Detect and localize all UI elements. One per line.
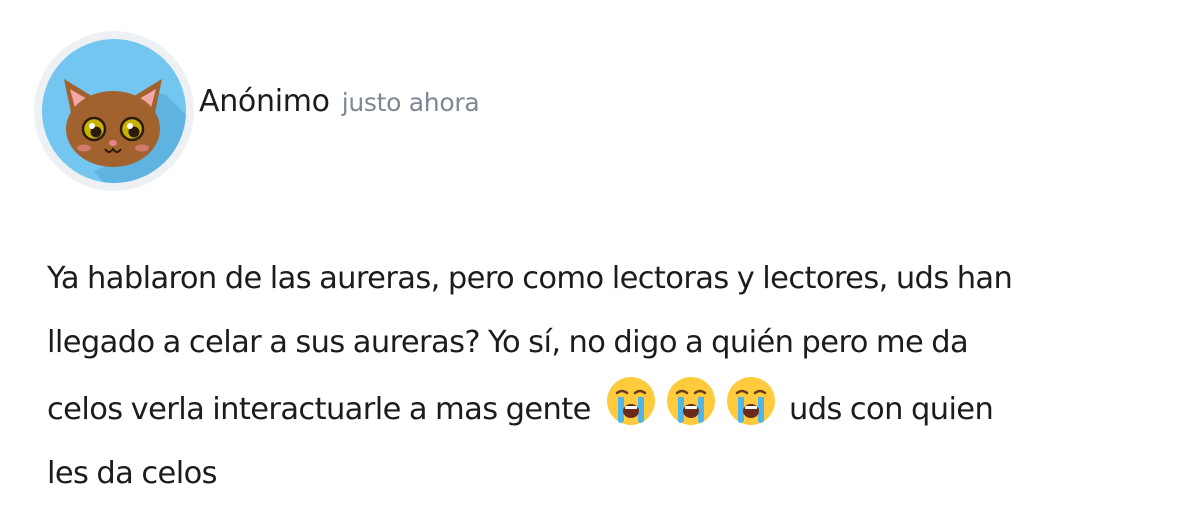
avatar[interactable] — [34, 31, 194, 191]
post-text-line: les da celos — [47, 456, 218, 491]
cat-face-icon — [42, 39, 186, 183]
post-text-line: llegado a celar a sus aureras? Yo sí, no… — [47, 325, 969, 360]
loudly-crying-face-icon — [726, 377, 775, 425]
loudly-crying-face-icon — [666, 377, 715, 425]
post-body: Ya hablaron de las aureras, pero como le… — [47, 247, 1177, 506]
emoji-group — [605, 375, 777, 427]
loudly-crying-face-icon — [606, 377, 655, 425]
anonymous-post: Anónimo justo ahora Ya hablaron de las a… — [0, 0, 1200, 519]
post-text-fragment: celos verla interactuarle a mas gente — [47, 392, 591, 427]
author-name[interactable]: Anónimo — [199, 84, 330, 119]
post-text-line: Ya hablaron de las aureras, pero como le… — [47, 261, 1013, 296]
timestamp: justo ahora — [341, 88, 480, 117]
post-header: Anónimo justo ahora — [199, 84, 480, 132]
post-text-line: celos verla interactuarle a mas gente ud… — [47, 375, 1177, 442]
post-text-fragment: uds con quien — [789, 392, 994, 427]
